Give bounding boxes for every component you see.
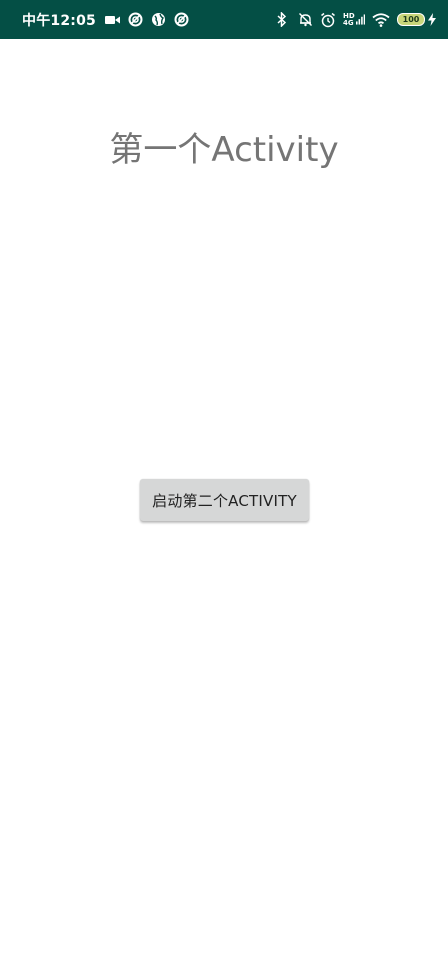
charging-icon [428, 12, 436, 28]
bluetooth-icon [274, 12, 290, 28]
launch-second-activity-button[interactable]: 启动第二个ACTIVITY [140, 479, 309, 521]
status-bar-left: 中午12:05 [22, 10, 190, 30]
alarm-icon [320, 12, 336, 28]
status-bar-right: HD 4G 100 [274, 12, 436, 28]
battery-level: 100 [397, 13, 425, 26]
video-camera-icon [104, 12, 121, 28]
page-title: 第一个Activity [109, 130, 339, 170]
signal-icon: HD 4G [343, 12, 365, 28]
network-label-bottom: 4G [343, 18, 354, 27]
status-bar: 中午12:05 HD 4G 100 [0, 0, 448, 39]
notification-icon [128, 12, 144, 28]
globe-icon [151, 12, 167, 28]
notification-icon [174, 12, 190, 28]
battery-icon: 100 [397, 12, 436, 28]
status-time: 中午12:05 [22, 12, 96, 29]
mute-bell-icon [297, 12, 313, 28]
wifi-icon [372, 12, 390, 28]
